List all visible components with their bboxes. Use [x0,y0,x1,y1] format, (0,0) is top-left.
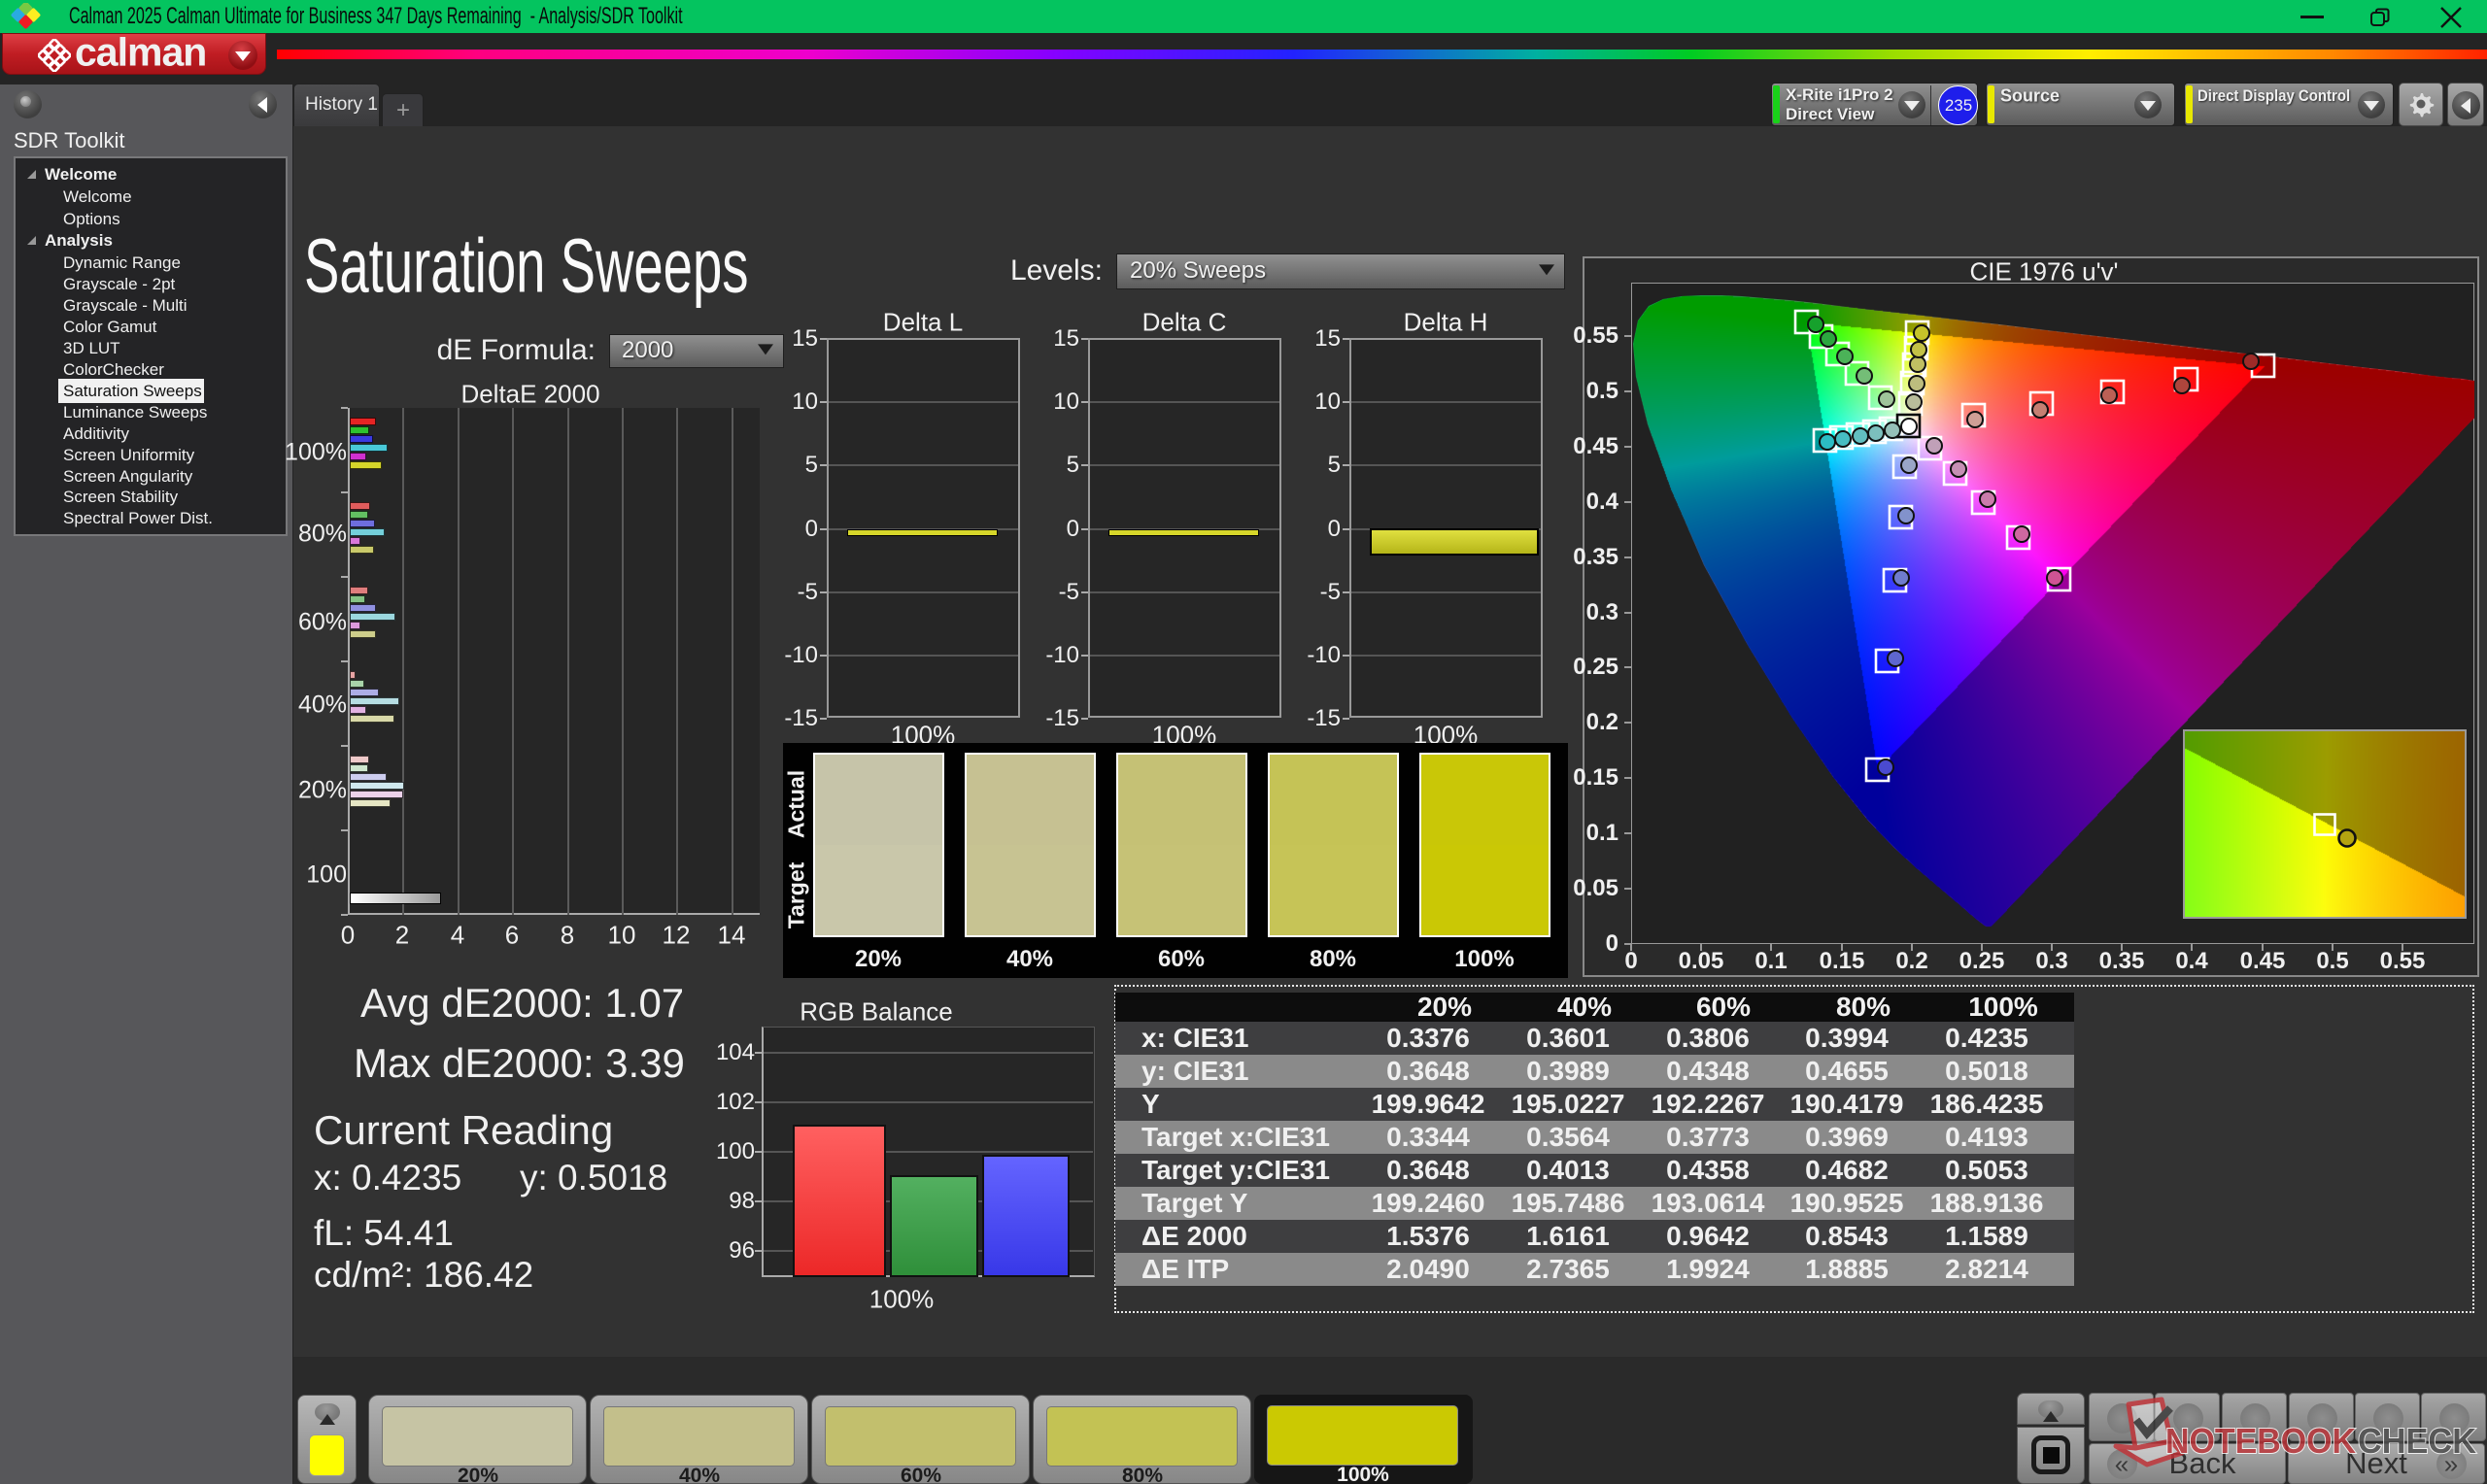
svg-text:CHECK: CHECK [2358,1421,2476,1461]
svg-text:NOTEBOOK: NOTEBOOK [2165,1421,2356,1461]
